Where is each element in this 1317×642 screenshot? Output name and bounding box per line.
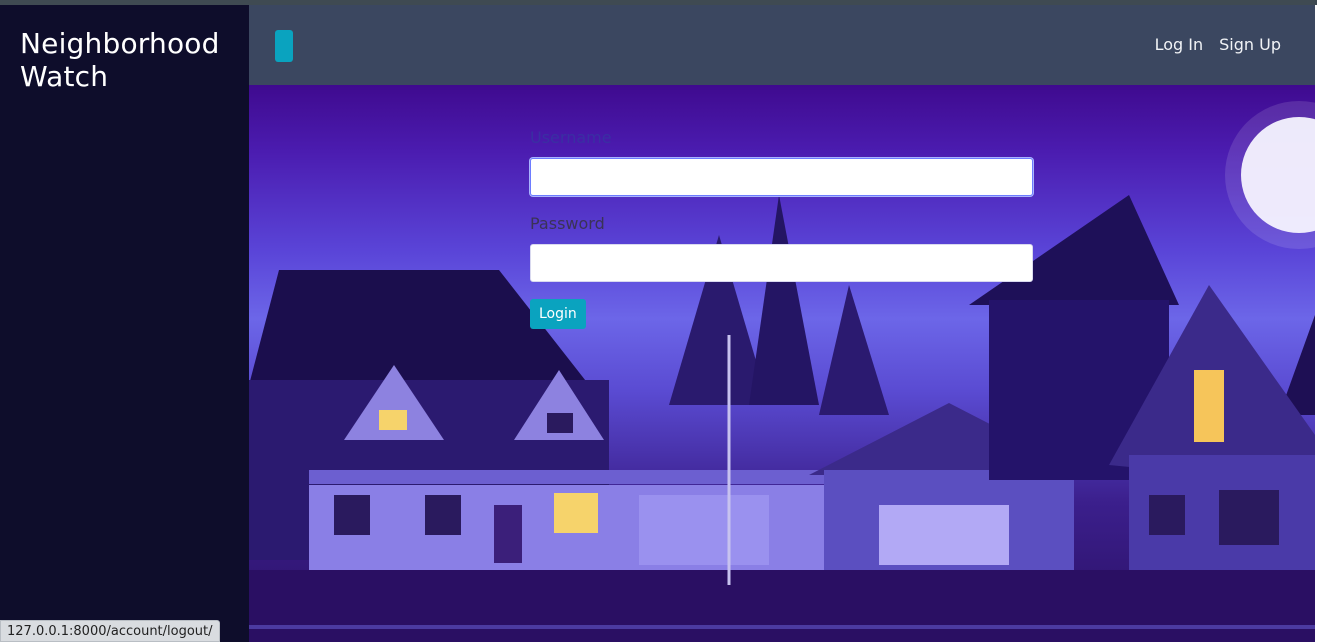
password-input[interactable] xyxy=(530,244,1033,282)
login-link[interactable]: Log In xyxy=(1155,35,1204,55)
sidebar-toggle-button[interactable] xyxy=(275,30,293,62)
signup-link[interactable]: Sign Up xyxy=(1219,35,1281,55)
password-label: Password xyxy=(530,214,605,233)
browser-status-bar: 127.0.0.1:8000/account/logout/ xyxy=(0,620,220,642)
sidebar: Neighborhood Watch xyxy=(0,5,249,642)
username-label: Username xyxy=(530,128,612,147)
hero-background: Username Password Login xyxy=(249,85,1315,642)
top-navbar: Log In Sign Up xyxy=(249,5,1315,85)
brand-line-2: Watch xyxy=(20,60,109,93)
login-form: Username Password Login xyxy=(530,128,1033,329)
login-button[interactable]: Login xyxy=(530,299,586,329)
brand-title[interactable]: Neighborhood Watch xyxy=(20,27,240,93)
username-input[interactable] xyxy=(530,158,1033,196)
auth-links: Log In Sign Up xyxy=(1155,35,1281,55)
brand-line-1: Neighborhood xyxy=(20,27,220,60)
